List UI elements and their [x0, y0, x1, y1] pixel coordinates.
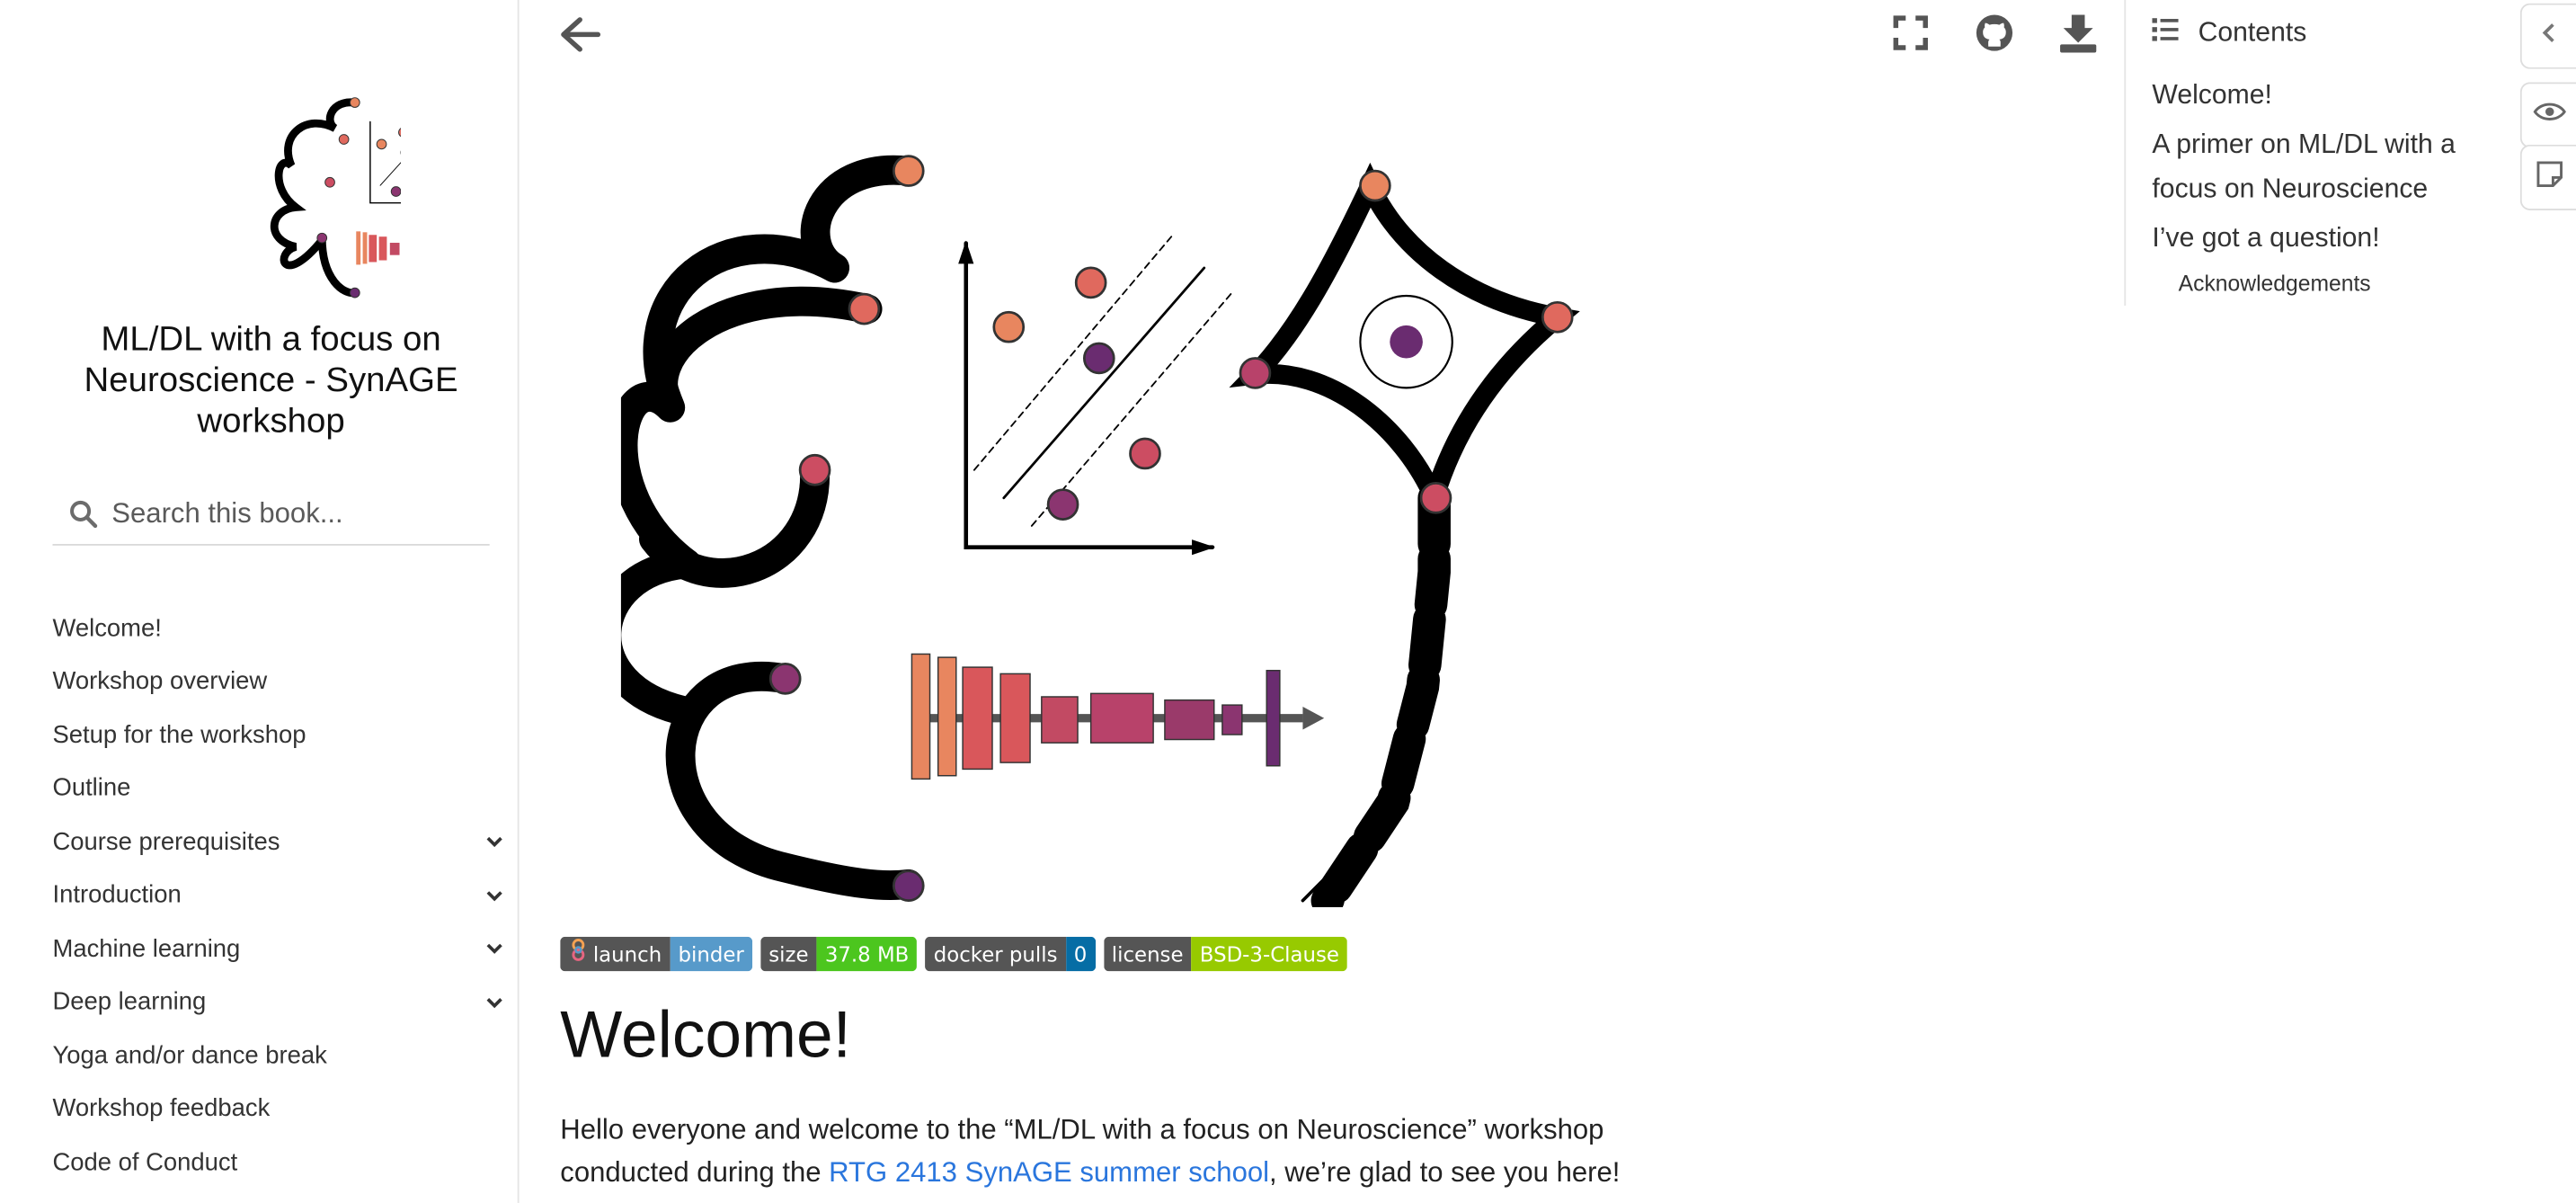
badge-value: binder	[670, 936, 752, 972]
eye-icon	[2533, 100, 2566, 129]
github-icon[interactable]	[1975, 13, 2014, 61]
sidebar-nav: Welcome! Workshop overview Setup for the w…	[52, 602, 505, 1189]
sidebar-item-label: Machine learning	[52, 934, 241, 963]
sidebar-item[interactable]: Yoga and/or dance break	[52, 1029, 505, 1082]
summer-school-link[interactable]: RTG 2413 SynAGE summer school	[829, 1157, 1269, 1189]
badges-row: launch binder size 37.8 MB docker pulls 0 lice…	[560, 936, 1348, 973]
toc-header: Contents	[2152, 18, 2306, 49]
badge-value: 37.8 MB	[816, 936, 918, 972]
toc-item[interactable]: I’ve got a question!	[2152, 217, 2497, 261]
annotation-view-button[interactable]	[2519, 82, 2576, 148]
badge-label: docker pulls	[933, 941, 1058, 967]
sidebar-item-label: Workshop overview	[52, 667, 268, 696]
chevron-left-icon	[2542, 22, 2558, 51]
badge-label: launch	[592, 941, 662, 967]
sidebar-item-label: Workshop feedback	[52, 1094, 271, 1123]
search-box[interactable]	[52, 486, 490, 546]
badge-left: docker pulls	[925, 936, 1066, 972]
page-heading: Welcome!	[560, 999, 851, 1072]
badge-left: launch	[560, 936, 671, 972]
chevron-down-icon[interactable]	[483, 937, 506, 960]
list-icon	[2152, 18, 2179, 49]
sidebar-item[interactable]: Course prerequisites	[52, 815, 505, 869]
badge-left: size	[760, 936, 817, 972]
toc-item[interactable]: Acknowledgements	[2152, 266, 2497, 302]
search-input[interactable]	[111, 493, 474, 536]
badge-value: 0	[1065, 936, 1096, 972]
sidebar-item-label: Yoga and/or dance break	[52, 1041, 327, 1070]
chevron-down-icon[interactable]	[483, 884, 506, 907]
chevron-down-icon[interactable]	[483, 830, 506, 853]
sidebar-item[interactable]: Workshop overview	[52, 655, 505, 708]
sidebar-item-label: Introduction	[52, 881, 182, 910]
left-sidebar: ML/DL with a focus on Neuroscience - Syn…	[0, 0, 520, 1203]
sidebar-item-label: Outline	[52, 774, 131, 803]
book-title[interactable]: ML/DL with a focus on Neuroscience - Syn…	[33, 319, 510, 442]
sidebar-item[interactable]: Outline	[52, 762, 505, 815]
page-toc: Contents Welcome! A primer on ML/DL with …	[2124, 0, 2517, 306]
sidebar-item-label: Setup for the workshop	[52, 720, 306, 750]
arrow-left-icon[interactable]	[558, 14, 601, 62]
sidebar-item[interactable]: Setup for the workshop	[52, 708, 505, 762]
note-icon	[2535, 158, 2564, 196]
toc-item[interactable]: A primer on ML/DL with a focus on Neuros…	[2152, 123, 2497, 212]
search-icon	[69, 500, 99, 538]
sidebar-item[interactable]: Welcome!	[52, 602, 505, 655]
download-icon[interactable]	[2058, 12, 2098, 63]
sidebar-item-label: Code of Conduct	[52, 1148, 238, 1177]
sidebar-item-label: Course prerequisites	[52, 827, 280, 856]
toc-item[interactable]: Welcome!	[2152, 74, 2497, 118]
sidebar-item-label: Deep learning	[52, 987, 207, 1017]
badge-label: size	[768, 941, 809, 967]
badge-label: license	[1111, 941, 1184, 967]
sidebar-item[interactable]: Workshop feedback	[52, 1083, 505, 1136]
fullscreen-icon[interactable]	[1893, 14, 1929, 58]
badge[interactable]: docker pulls 0	[925, 936, 1096, 972]
sidebar-item[interactable]: Machine learning	[52, 922, 505, 975]
sidebar-item[interactable]: Introduction	[52, 869, 505, 922]
sidebar-item[interactable]: Deep learning	[52, 976, 505, 1029]
book-logo[interactable]	[138, 95, 401, 299]
intro-text-end: , we’re glad to see you here!	[1269, 1156, 1621, 1189]
sidebar-item[interactable]: Code of Conduct	[52, 1136, 505, 1189]
toc-title: Contents	[2198, 18, 2307, 49]
badge[interactable]: size 37.8 MB	[760, 936, 918, 972]
badge[interactable]: launch binder	[560, 936, 752, 972]
right-rail	[2517, 0, 2576, 1203]
main-content: launch binder size 37.8 MB docker pulls 0 lice…	[520, 0, 2123, 1203]
annotation-note-button[interactable]	[2519, 144, 2576, 210]
intro-paragraph: Hello everyone and welcome to the “ML/DL…	[560, 1109, 1677, 1195]
badge[interactable]: license BSD-3-Clause	[1103, 936, 1348, 972]
hero-logo-image	[620, 155, 1580, 907]
badge-left: license	[1103, 936, 1192, 972]
collapse-toggle[interactable]	[2519, 3, 2576, 69]
binder-icon	[568, 937, 588, 971]
sidebar-item-label: Welcome!	[52, 614, 162, 643]
chevron-down-icon[interactable]	[483, 991, 506, 1014]
badge-value: BSD-3-Clause	[1191, 936, 1348, 972]
toc-list: Welcome! A primer on ML/DL with a focus o…	[2152, 74, 2497, 307]
